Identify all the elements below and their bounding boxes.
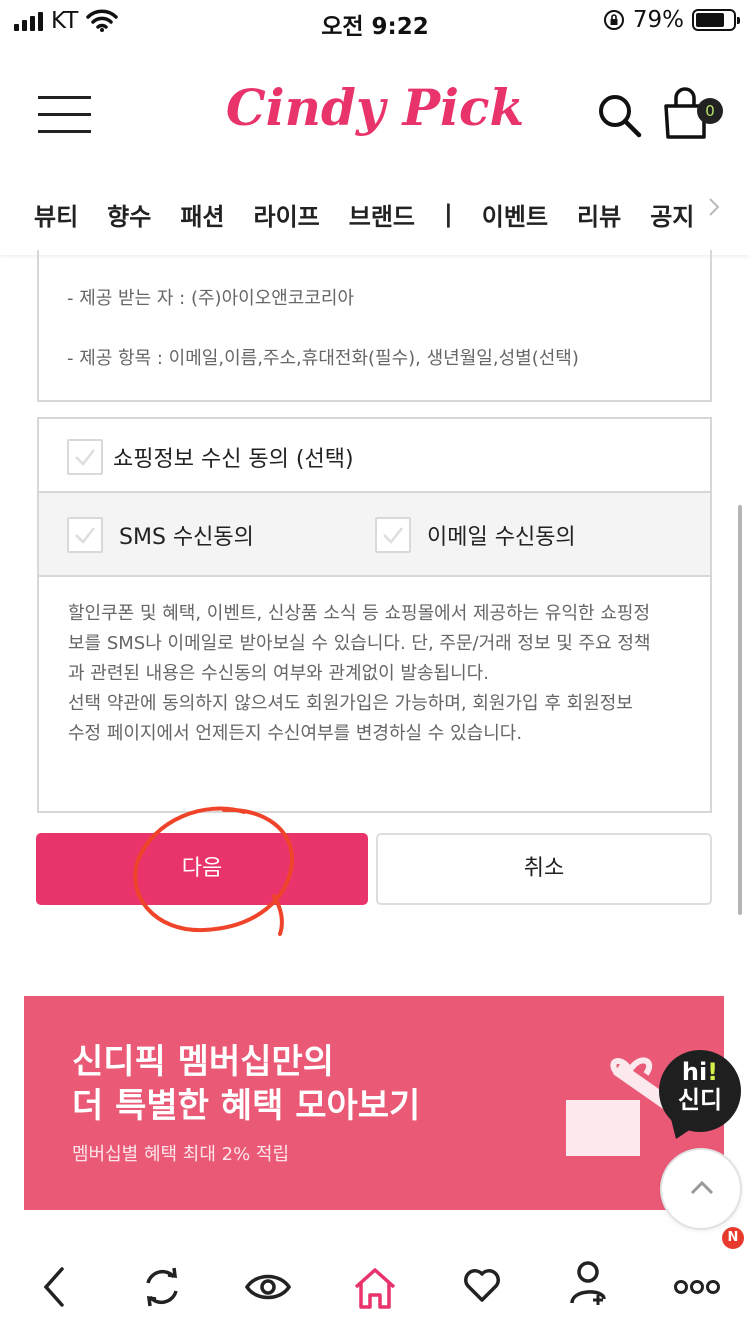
marketing-consent-box: 쇼핑정보 수신 동의 (선택) SMS 수신동의 이메일 수신동의 할인쿠폰 및… — [37, 417, 712, 813]
gift-box-icon — [566, 1057, 672, 1156]
sms-consent-label: SMS 수신동의 — [119, 525, 254, 550]
chevron-right-icon[interactable] — [707, 196, 721, 218]
cart-count-badge: 0 — [697, 98, 723, 124]
banner-subtitle: 멤버십별 혜택 최대 2% 적립 — [72, 1144, 290, 1165]
terms-items: - 제공 항목 : 이메일,이름,주소,휴대전화(필수), 생년월일,성별(선택… — [67, 348, 579, 369]
membership-banner[interactable]: 신디픽 멤버십만의 더 특별한 혜택 모아보기 멤버십별 혜택 최대 2% 적립 — [24, 996, 724, 1210]
check-icon — [75, 449, 95, 466]
nav-item-notice[interactable]: 공지 — [650, 197, 694, 232]
refresh-icon[interactable] — [140, 1265, 184, 1309]
browser-tab-bar — [0, 1245, 750, 1334]
nav-item-review[interactable]: 리뷰 — [577, 197, 621, 232]
nav-item-fashion[interactable]: 패션 — [180, 197, 224, 232]
consent-description-line: 보를 SMS나 이메일로 받아보실 수 있습니다. 단, 주문/거래 정보 및 … — [68, 633, 651, 654]
terms-detail-box: - 제공 받는 자 : (주)아이오앤코코리아 - 제공 항목 : 이메일,이름… — [37, 250, 712, 402]
consent-description-line: 선택 약관에 동의하지 않으셔도 회원가입은 가능하며, 회원가입 후 회원정보 — [68, 693, 633, 714]
sms-consent-checkbox[interactable] — [67, 517, 103, 553]
more-icon[interactable] — [674, 1279, 720, 1295]
nav-item-brand[interactable]: 브랜드 — [349, 197, 415, 232]
consent-main-row[interactable]: 쇼핑정보 수신 동의 (선택) — [39, 419, 710, 493]
chat-name: 신디 — [677, 1086, 723, 1114]
back-icon[interactable] — [40, 1265, 68, 1309]
consent-description-line: 할인쿠폰 및 혜택, 이벤트, 신상품 소식 등 쇼핑몰에서 제공하는 유익한 … — [68, 603, 651, 624]
nav-item-event[interactable]: 이벤트 — [482, 197, 548, 232]
cancel-button[interactable]: 취소 — [376, 833, 712, 905]
email-consent-checkbox[interactable] — [375, 517, 411, 553]
hand-drawn-circle-annotation — [133, 806, 295, 936]
check-icon — [383, 527, 403, 544]
status-bar: KT 오전 9:22 79% — [0, 0, 750, 42]
notification-badge: N — [722, 1227, 744, 1249]
nav-item-beauty[interactable]: 뷰티 — [34, 197, 78, 232]
nav-separator: | — [444, 200, 453, 228]
site-header: Cindy Pick 0 뷰티 향수 패션 라이프 브랜드 | 이벤트 리뷰 공… — [0, 42, 750, 255]
consent-main-label: 쇼핑정보 수신 동의 (선택) — [113, 447, 354, 472]
terms-recipient: - 제공 받는 자 : (주)아이오앤코코리아 — [67, 288, 355, 309]
scroll-to-top-button[interactable] — [660, 1148, 742, 1230]
battery-icon — [692, 9, 740, 31]
banner-title-line1: 신디픽 멤버십만의 — [72, 1042, 335, 1082]
nav-item-life[interactable]: 라이프 — [254, 197, 320, 232]
battery-percent: 79% — [632, 7, 684, 33]
scrollbar[interactable] — [738, 505, 742, 915]
rotation-lock-icon — [603, 10, 624, 30]
consent-description-line: 수정 페이지에서 언제든지 수신여부를 변경하실 수 있습니다. — [68, 723, 523, 744]
category-nav: 뷰티 향수 패션 라이프 브랜드 | 이벤트 리뷰 공지 — [34, 194, 724, 234]
nav-item-perfume[interactable]: 향수 — [107, 197, 151, 232]
check-icon — [75, 527, 95, 544]
consent-main-checkbox[interactable] — [67, 439, 103, 475]
home-icon[interactable] — [352, 1265, 398, 1311]
chevron-up-icon — [690, 1180, 714, 1195]
consent-sub-row: SMS 수신동의 이메일 수신동의 — [39, 493, 710, 577]
chat-exclaim: ! — [707, 1058, 719, 1086]
email-consent-label: 이메일 수신동의 — [427, 525, 576, 550]
search-icon[interactable] — [596, 92, 642, 138]
add-user-icon[interactable] — [568, 1259, 608, 1307]
eye-icon[interactable] — [244, 1265, 292, 1309]
status-right: 79% — [603, 7, 740, 33]
consent-description: 할인쿠폰 및 혜택, 이벤트, 신상품 소식 등 쇼핑몰에서 제공하는 유익한 … — [68, 599, 693, 749]
consent-description-line: 과 관련된 내용은 수신동의 여부와 관계없이 발송됩니다. — [68, 663, 489, 684]
banner-title-line2: 더 특별한 혜택 모아보기 — [72, 1086, 421, 1126]
heart-icon[interactable] — [462, 1265, 502, 1305]
chat-bubble-label: hi! 신디 — [658, 1058, 742, 1114]
chat-hi-text: hi — [681, 1058, 708, 1086]
